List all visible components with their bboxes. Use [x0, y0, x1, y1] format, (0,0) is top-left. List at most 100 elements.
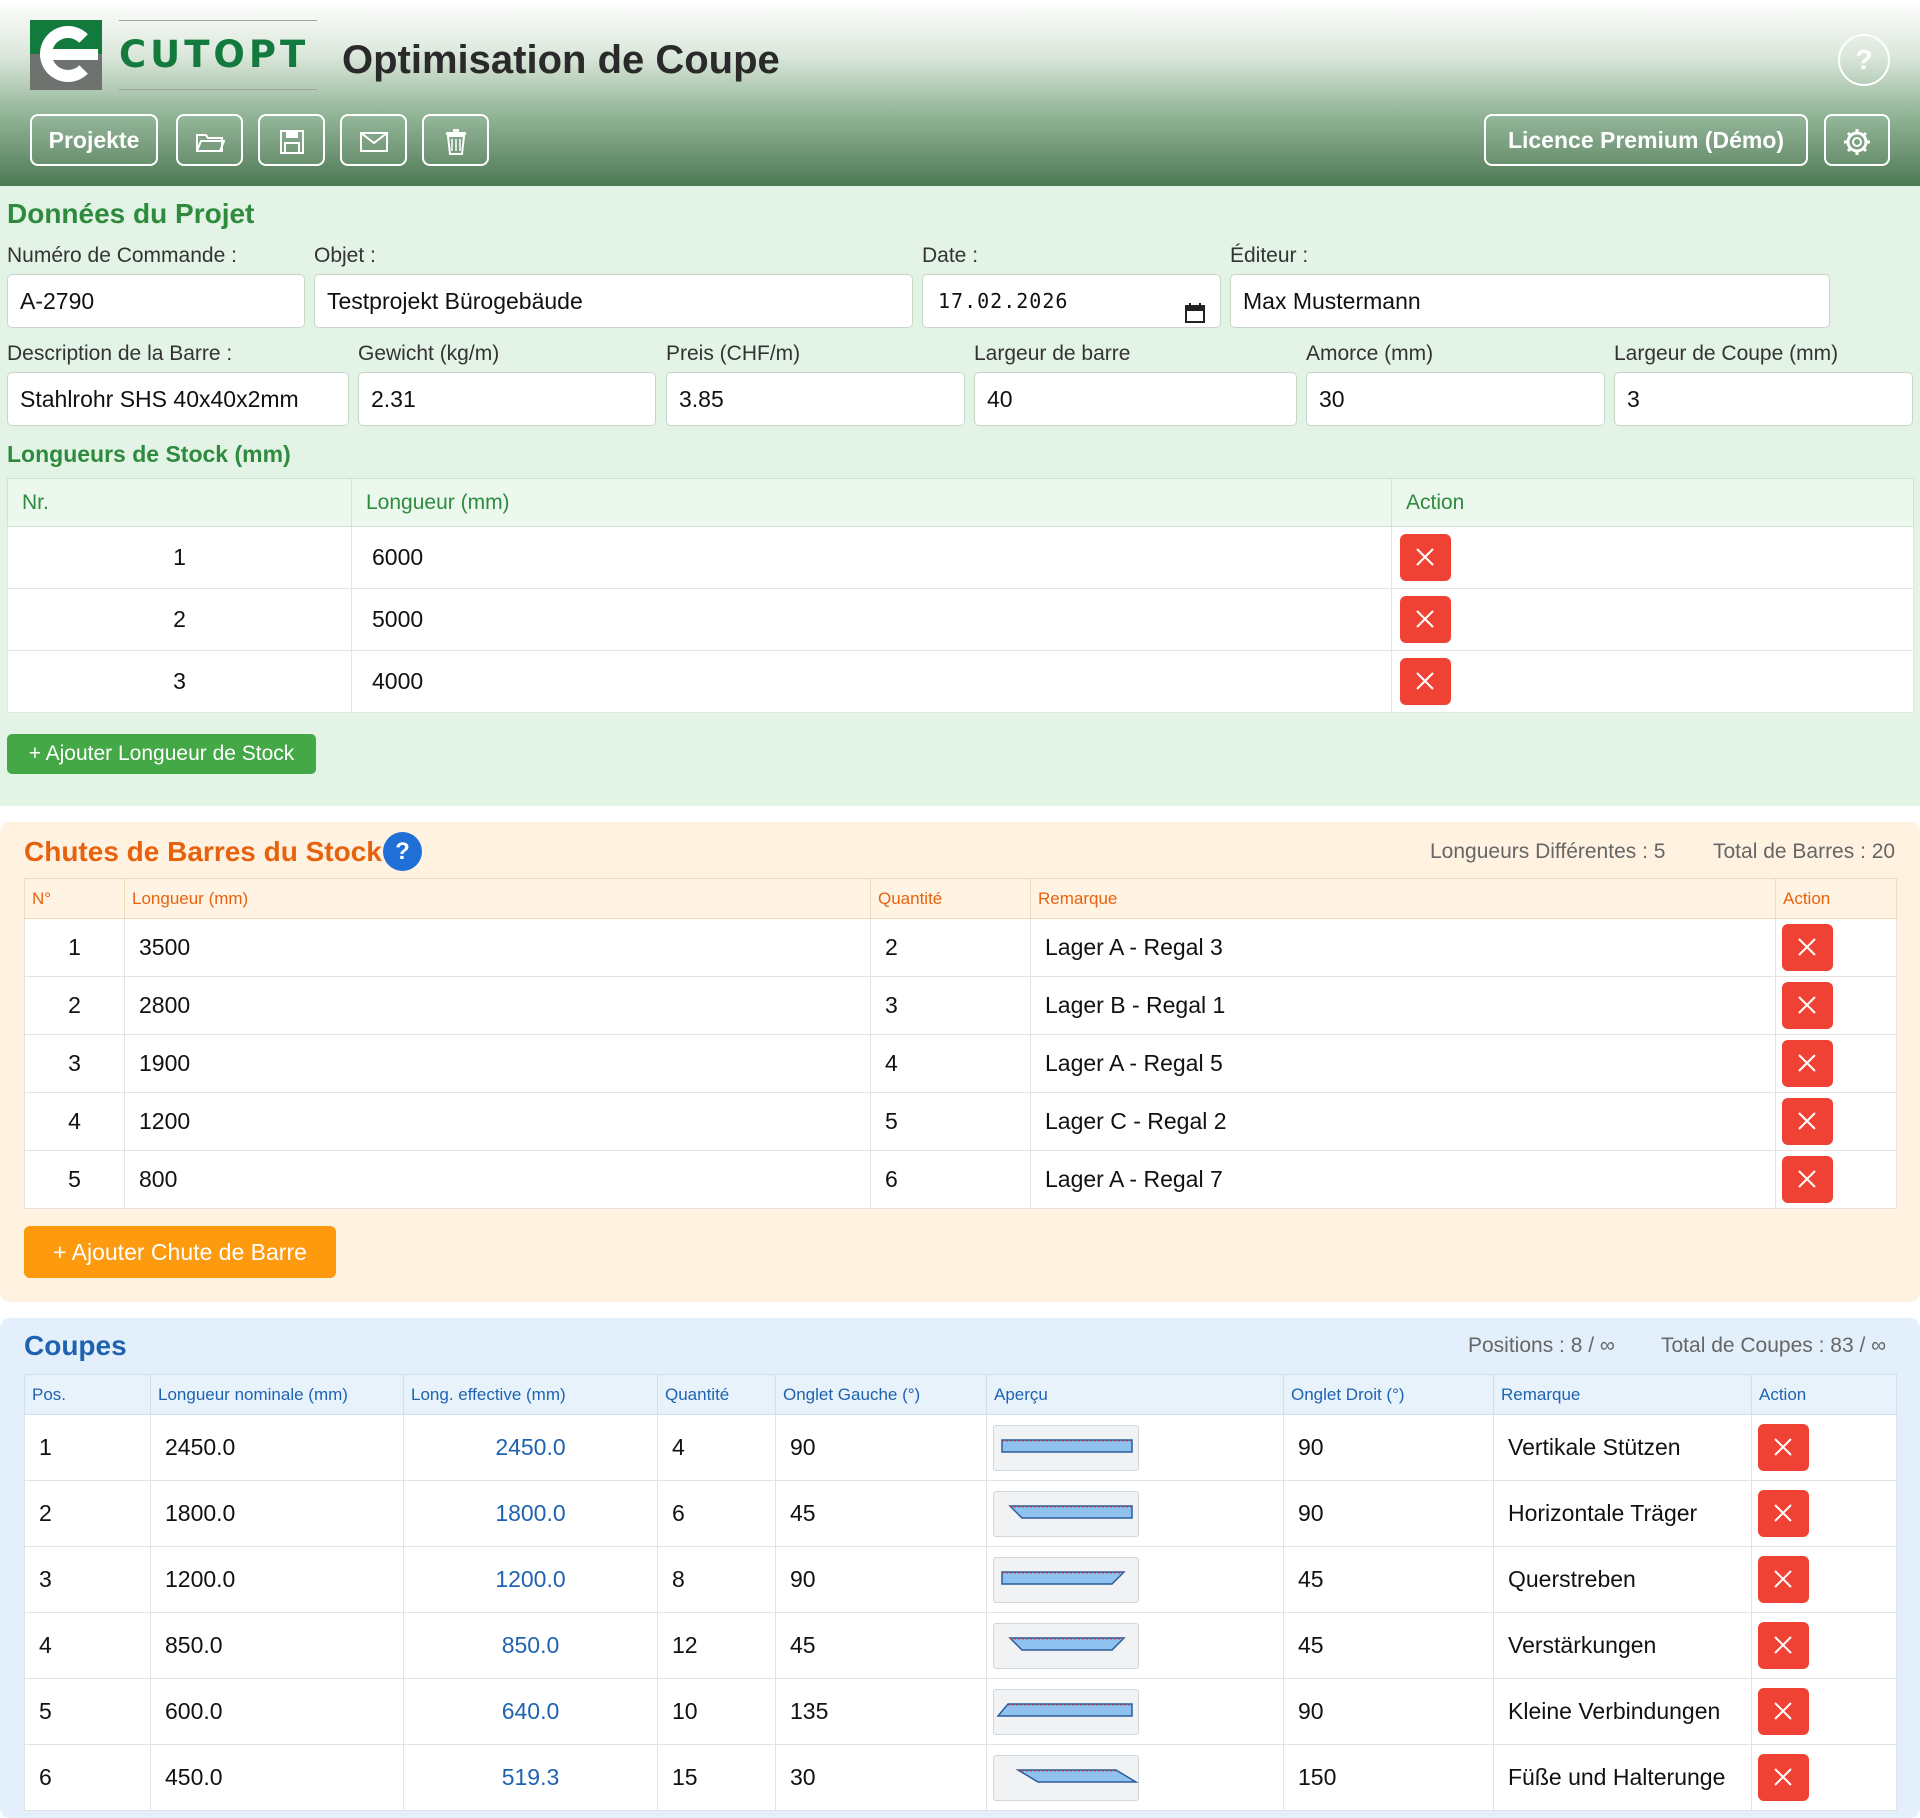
offcut-note-input[interactable]: Lager A - Regal 3	[1030, 918, 1776, 977]
close-icon	[1798, 1170, 1816, 1188]
delete-row-button[interactable]	[1782, 1040, 1833, 1087]
cut-right-angle-input[interactable]: 90	[1283, 1678, 1494, 1745]
cut-quantity-input[interactable]: 4	[657, 1414, 776, 1481]
cut-right-angle-input[interactable]: 150	[1283, 1744, 1494, 1811]
open-button[interactable]	[176, 114, 243, 166]
cut-width-field[interactable]: 3	[1614, 372, 1913, 426]
cut-left-angle-input[interactable]: 45	[775, 1612, 987, 1679]
object-field[interactable]: Testprojekt Bürogebäude	[314, 274, 913, 328]
calendar-icon[interactable]	[1184, 290, 1206, 342]
cut-quantity-input[interactable]: 6	[657, 1480, 776, 1547]
cut-note-input[interactable]: Verstärkungen	[1493, 1612, 1752, 1679]
bar-description-field[interactable]: Stahlrohr SHS 40x40x2mm	[7, 372, 349, 426]
cut-quantity-input[interactable]: 15	[657, 1744, 776, 1811]
editor-field[interactable]: Max Mustermann	[1230, 274, 1830, 328]
cut-nominal-length-input[interactable]: 600.0	[150, 1678, 404, 1745]
delete-row-button[interactable]	[1758, 1622, 1809, 1669]
offcut-length-input[interactable]: 2800	[124, 976, 871, 1035]
close-icon	[1416, 672, 1434, 690]
bar-width-field[interactable]: 40	[974, 372, 1297, 426]
cut-left-angle-input[interactable]: 30	[775, 1744, 987, 1811]
price-field[interactable]: 3.85	[666, 372, 965, 426]
weight-field[interactable]: 2.31	[358, 372, 656, 426]
lead-field[interactable]: 30	[1306, 372, 1605, 426]
cut-left-angle-input[interactable]: 135	[775, 1678, 987, 1745]
delete-row-button[interactable]	[1758, 1424, 1809, 1471]
delete-row-button[interactable]	[1758, 1754, 1809, 1801]
projects-button[interactable]: Projekte	[30, 114, 158, 166]
delete-row-button[interactable]	[1400, 596, 1451, 643]
delete-row-button[interactable]	[1758, 1688, 1809, 1735]
cut-note-input[interactable]: Horizontale Träger	[1493, 1480, 1752, 1547]
offcut-quantity-input[interactable]: 3	[870, 976, 1031, 1035]
offcut-note-input[interactable]: Lager B - Regal 1	[1030, 976, 1776, 1035]
settings-button[interactable]	[1824, 114, 1890, 166]
delete-row-button[interactable]	[1758, 1490, 1809, 1537]
cut-left-angle-input[interactable]: 90	[775, 1546, 987, 1613]
delete-row-button[interactable]	[1782, 1156, 1833, 1203]
add-stock-length-button[interactable]: + Ajouter Longueur de Stock	[7, 734, 316, 774]
offcut-note-input[interactable]: Lager A - Regal 5	[1030, 1034, 1776, 1093]
close-icon	[1774, 1570, 1792, 1588]
delete-row-button[interactable]	[1782, 924, 1833, 971]
offcut-note-input[interactable]: Lager A - Regal 7	[1030, 1150, 1776, 1209]
offcut-length-input[interactable]: 3500	[124, 918, 871, 977]
cut-note-input[interactable]: Vertikale Stützen	[1493, 1414, 1752, 1481]
cut-effective-length: 1200.0	[403, 1546, 658, 1613]
cut-right-angle-input[interactable]: 45	[1283, 1612, 1494, 1679]
cut-right-angle-input[interactable]: 90	[1283, 1414, 1494, 1481]
cut-nominal-length-input[interactable]: 850.0	[150, 1612, 404, 1679]
stock-length-input[interactable]: 5000	[351, 588, 1392, 651]
cut-nominal-length-input[interactable]: 450.0	[150, 1744, 404, 1811]
delete-row-button[interactable]	[1782, 982, 1833, 1029]
delete-row-button[interactable]	[1758, 1556, 1809, 1603]
add-offcut-button[interactable]: + Ajouter Chute de Barre	[24, 1226, 336, 1278]
cut-nominal-length-input[interactable]: 2450.0	[150, 1414, 404, 1481]
offcut-quantity-input[interactable]: 4	[870, 1034, 1031, 1093]
cut-nominal-length-input[interactable]: 1200.0	[150, 1546, 404, 1613]
offcut-quantity-input[interactable]: 5	[870, 1092, 1031, 1151]
cut-left-angle-input[interactable]: 45	[775, 1480, 987, 1547]
cut-position: 5	[24, 1678, 151, 1745]
weight-label: Gewicht (kg/m)	[358, 342, 500, 365]
cut-left-angle-input[interactable]: 90	[775, 1414, 987, 1481]
offcut-length-input[interactable]: 1200	[124, 1092, 871, 1151]
order-number-field[interactable]: A-2790	[7, 274, 305, 328]
delete-row-button[interactable]	[1400, 534, 1451, 581]
cut-note-input[interactable]: Füße und Halterunge	[1493, 1744, 1752, 1811]
cut-position: 3	[24, 1546, 151, 1613]
cut-right-angle-input[interactable]: 45	[1283, 1546, 1494, 1613]
delete-row-button[interactable]	[1782, 1098, 1833, 1145]
table-row: 2 1800.0 1800.0 6 45 90 Horizontale Träg…	[24, 1480, 1897, 1547]
help-button[interactable]: ?	[1838, 34, 1890, 86]
offcut-quantity-input[interactable]: 2	[870, 918, 1031, 977]
cut-note-input[interactable]: Querstreben	[1493, 1546, 1752, 1613]
column-header: Onglet Gauche (°)	[775, 1374, 987, 1415]
delete-project-button[interactable]	[422, 114, 489, 166]
order-number-label: Numéro de Commande :	[7, 244, 237, 267]
cut-quantity-input[interactable]: 12	[657, 1612, 776, 1679]
stock-length-input[interactable]: 4000	[351, 650, 1392, 713]
cut-quantity-input[interactable]: 10	[657, 1678, 776, 1745]
offcut-quantity-input[interactable]: 6	[870, 1150, 1031, 1209]
date-value: 17.02.2026	[938, 289, 1069, 313]
offcut-note-input[interactable]: Lager C - Regal 2	[1030, 1092, 1776, 1151]
close-icon	[1774, 1438, 1792, 1456]
close-icon	[1798, 1112, 1816, 1130]
offcut-length-input[interactable]: 1900	[124, 1034, 871, 1093]
cut-quantity-input[interactable]: 8	[657, 1546, 776, 1613]
date-field[interactable]: 17.02.2026	[922, 274, 1221, 328]
offcuts-help-button[interactable]: ?	[383, 832, 422, 871]
stock-length-input[interactable]: 6000	[351, 526, 1392, 589]
cut-right-angle-input[interactable]: 90	[1283, 1480, 1494, 1547]
cut-preview	[993, 1556, 1139, 1603]
delete-row-button[interactable]	[1400, 658, 1451, 705]
save-button[interactable]	[258, 114, 325, 166]
license-button[interactable]: Licence Premium (Démo)	[1484, 114, 1808, 166]
offcut-length-input[interactable]: 800	[124, 1150, 871, 1209]
email-button[interactable]	[340, 114, 407, 166]
cut-nominal-length-input[interactable]: 1800.0	[150, 1480, 404, 1547]
cut-note-input[interactable]: Kleine Verbindungen	[1493, 1678, 1752, 1745]
table-header-row: Nr. Longueur (mm) Action	[7, 478, 1914, 527]
table-row: 4 850.0 850.0 12 45 45 Verstärkungen	[24, 1612, 1897, 1679]
